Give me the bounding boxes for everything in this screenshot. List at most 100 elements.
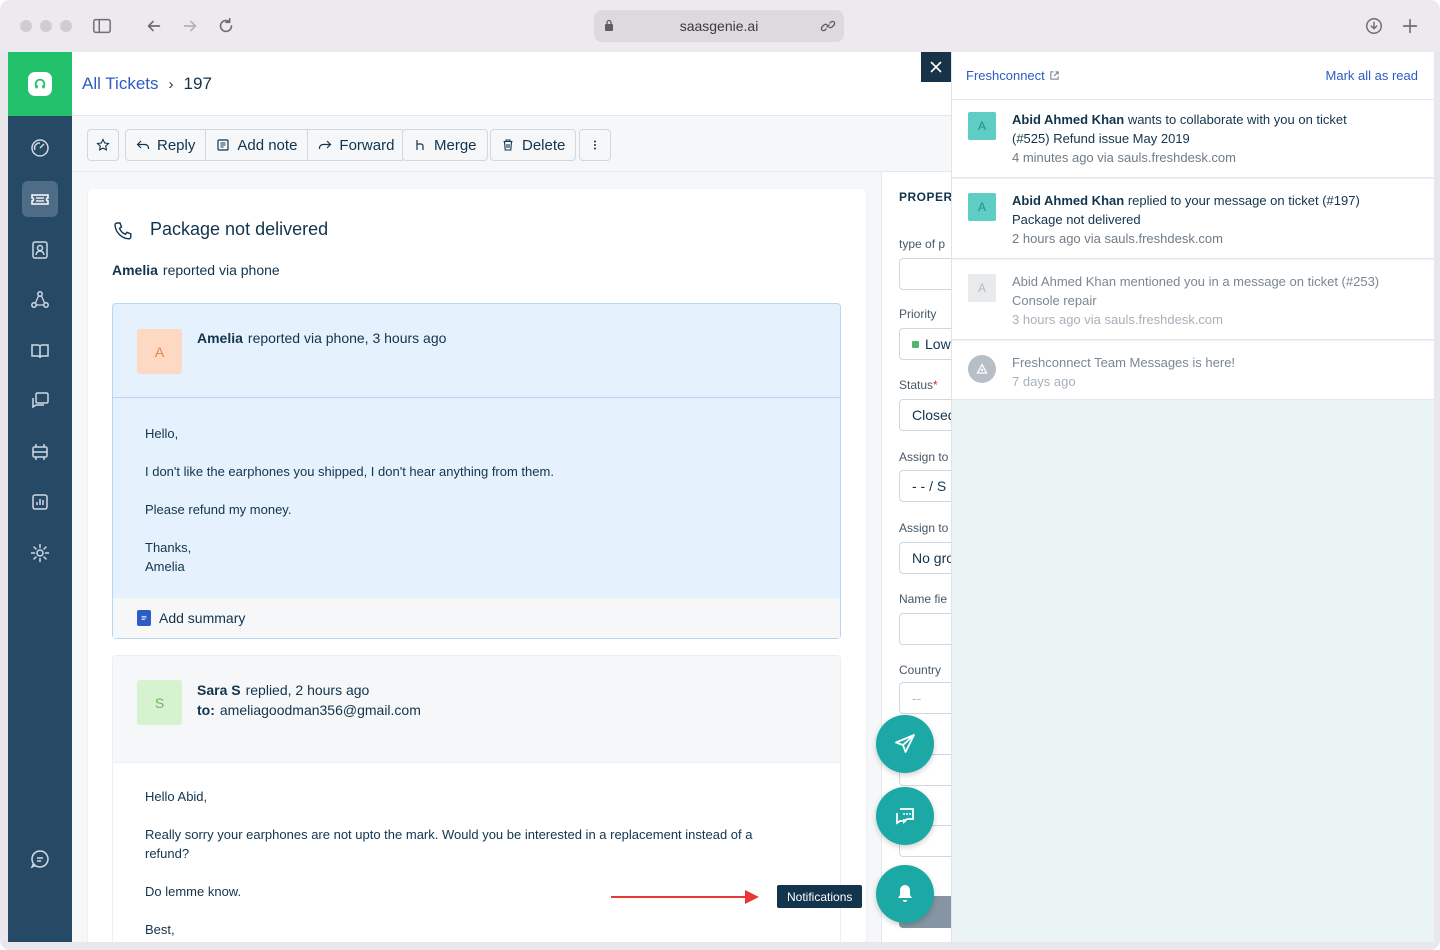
notification-message: wants to collaborate with you on ticket	[1127, 112, 1347, 127]
forums-icon[interactable]	[22, 383, 58, 419]
note-icon	[217, 139, 229, 151]
message-author[interactable]: Sara S	[197, 682, 241, 698]
reply-button[interactable]: Reply	[126, 130, 207, 160]
message-line: Please refund my money.	[145, 502, 292, 517]
name-field-label: Name fie	[899, 592, 948, 606]
add-summary-button[interactable]: Add summary	[113, 598, 840, 638]
notifications-fab[interactable]	[876, 865, 934, 923]
more-icon	[594, 140, 596, 150]
window-zoom-dot[interactable]	[60, 20, 72, 32]
reported-via: reported via phone	[162, 262, 280, 278]
phone-icon	[114, 222, 132, 240]
sidebar-toggle-icon[interactable]	[91, 15, 113, 37]
freshconnect-title: Freshconnect	[966, 68, 1045, 83]
annotation-arrow-head	[745, 890, 759, 904]
message-time: reported via phone, 3 hours ago	[247, 330, 447, 346]
lock-icon	[605, 19, 613, 31]
send-icon	[895, 734, 915, 753]
message-author[interactable]: Amelia	[197, 330, 243, 346]
settings-icon[interactable]	[22, 535, 58, 571]
message-line: Hello Abid,	[145, 789, 208, 804]
more-actions-button[interactable]	[579, 129, 611, 161]
avatar: S	[137, 680, 182, 725]
new-tab-icon[interactable]	[1399, 15, 1421, 37]
close-panel-button[interactable]	[921, 52, 951, 82]
solutions-icon[interactable]	[22, 333, 58, 369]
message-meta: Amelia reported via phone, 3 hours ago	[197, 330, 446, 346]
delete-button[interactable]: Delete	[490, 129, 577, 161]
messages-fab[interactable]	[876, 787, 934, 845]
trash-icon	[503, 139, 513, 151]
notification-time: 3 hours ago via sauls.freshdesk.com	[1012, 312, 1223, 327]
type-label: type of p	[899, 237, 946, 251]
reply-body: Hello Abid, Really sorry your earphones …	[113, 762, 840, 942]
notification-item[interactable]: A Abid Ahmed Khan wants to collaborate w…	[952, 100, 1434, 178]
back-icon[interactable]	[143, 15, 165, 37]
message-line: Really sorry your earphones are not upto…	[145, 827, 753, 842]
freshconnect-team-icon	[968, 355, 996, 383]
add-note-button[interactable]: Add note	[206, 130, 309, 160]
messages-icon	[896, 808, 914, 825]
status-label-row: Status*	[899, 378, 938, 392]
assign-group-value: No gro	[912, 550, 955, 566]
forward-arrow-icon	[319, 140, 332, 149]
tickets-icon[interactable]	[22, 181, 58, 217]
app-logo[interactable]	[8, 52, 72, 116]
chevron-right-icon: ›	[168, 75, 174, 93]
notification-item[interactable]: Freshconnect Team Messages is here! 7 da…	[952, 341, 1434, 400]
message-line: I don't like the earphones you shipped, …	[145, 464, 554, 479]
freshdesk-app: All Tickets › 197 Reply Add note Forward…	[8, 52, 1434, 942]
admin-icon[interactable]	[22, 434, 58, 470]
assign-agent-value: - - / S	[912, 478, 947, 494]
requester-name[interactable]: Amelia	[112, 262, 158, 278]
chat-icon[interactable]	[22, 841, 58, 877]
notification-item[interactable]: A Abid Ahmed Khan replied to your messag…	[952, 179, 1434, 259]
link-icon[interactable]	[820, 18, 836, 34]
notification-message: mentioned you in a message on ticket (#2…	[1119, 274, 1380, 289]
message-meta: Sara Sreplied, 2 hours ago	[197, 682, 369, 698]
notification-item[interactable]: A Abid Ahmed Khan mentioned you in a mes…	[952, 260, 1434, 340]
ticket-source-line: Amelia reported via phone	[112, 262, 280, 278]
notification-text: Abid Ahmed Khan replied to your message …	[1012, 191, 1417, 248]
freshconnect-link[interactable]: Freshconnect	[966, 68, 1060, 83]
close-icon	[930, 61, 942, 73]
download-icon[interactable]	[1363, 15, 1385, 37]
notification-actor: Abid Ahmed Khan	[1012, 274, 1117, 289]
priority-dot	[912, 340, 919, 348]
browser-toolbar: saasgenie.ai	[0, 0, 1440, 52]
bell-icon	[898, 885, 912, 902]
message-line: Best,	[145, 922, 175, 937]
status-value: Closed	[912, 407, 956, 423]
browser-window: saasgenie.ai All Tickets › 197 Reply Add…	[0, 0, 1440, 950]
assign-group-label: Assign to	[899, 521, 949, 535]
agent-reply: S Sara Sreplied, 2 hours ago to: ameliago…	[112, 655, 841, 942]
country-value: --	[912, 690, 922, 706]
message-time: replied, 2 hours ago	[245, 682, 370, 698]
send-fab[interactable]	[876, 715, 934, 773]
social-icon[interactable]	[22, 282, 58, 318]
breadcrumb-all-tickets[interactable]: All Tickets	[82, 74, 159, 94]
address-bar[interactable]: saasgenie.ai	[594, 10, 844, 42]
merge-button[interactable]: Merge	[402, 129, 488, 161]
notification-actor: Abid Ahmed Khan	[1012, 112, 1125, 127]
notifications-panel: Freshconnect Mark all as read A Abid Ahm…	[951, 52, 1434, 942]
status-label: Status	[899, 378, 934, 392]
reports-icon[interactable]	[22, 484, 58, 520]
annotation-arrow-line	[611, 896, 751, 898]
window-close-dot[interactable]	[20, 20, 32, 32]
dashboard-icon[interactable]	[22, 130, 58, 166]
avatar: A	[137, 329, 182, 374]
star-button[interactable]	[87, 129, 119, 161]
assign-agent-label: Assign to	[899, 450, 949, 464]
breadcrumb: All Tickets › 197	[82, 74, 212, 94]
contacts-icon[interactable]	[22, 232, 58, 268]
notification-detail: Package not delivered	[1012, 212, 1141, 227]
mark-all-read-button[interactable]: Mark all as read	[1326, 68, 1418, 83]
window-minimize-dot[interactable]	[40, 20, 52, 32]
message-line: refund?	[145, 846, 190, 861]
forward-button[interactable]: Forward	[308, 130, 405, 160]
forward-icon[interactable]	[179, 15, 201, 37]
avatar: A	[968, 193, 996, 221]
message-line: Hello,	[145, 426, 179, 441]
reload-icon[interactable]	[215, 15, 237, 37]
